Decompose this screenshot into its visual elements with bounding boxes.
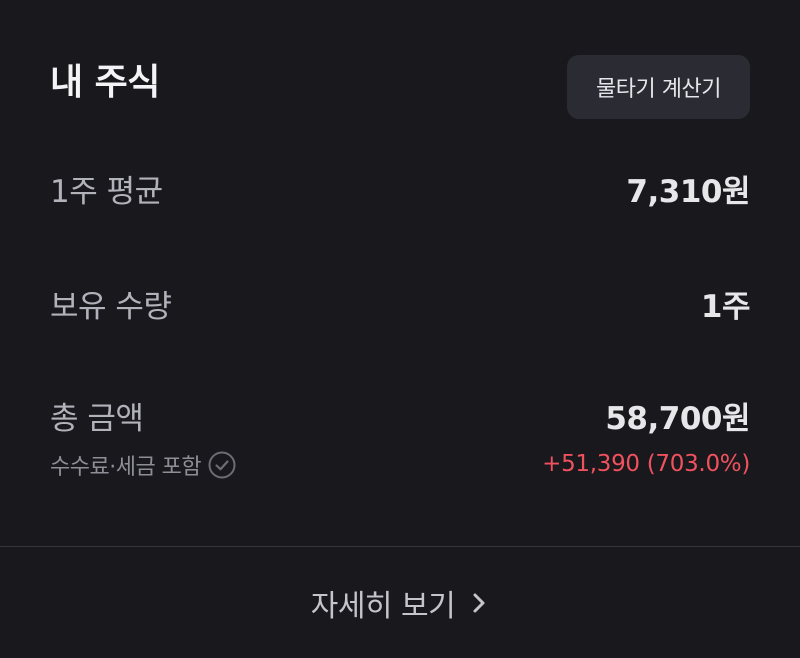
fee-tax-note-text: 수수료·세금 포함 bbox=[50, 455, 202, 480]
averaging-calculator-button[interactable]: 물타기 계산기 bbox=[567, 55, 750, 119]
total-amount-value: 58,700원 bbox=[605, 401, 750, 437]
my-stock-card: 내 주식 물타기 계산기 1주 평균 7,310원 보유 수량 1주 총 금액 … bbox=[0, 0, 800, 658]
page-title: 내 주식 bbox=[50, 62, 160, 103]
check-circle-icon[interactable] bbox=[208, 451, 236, 479]
profit-value: +51,390 (703.0%) bbox=[542, 451, 750, 477]
fee-tax-included-note: 수수료·세금 포함 bbox=[50, 450, 236, 480]
quantity-label: 보유 수량 bbox=[50, 289, 172, 325]
quantity-value: 1주 bbox=[700, 289, 751, 325]
average-price-label: 1주 평균 bbox=[50, 174, 163, 210]
view-details-button[interactable]: 자세히 보기 bbox=[0, 547, 800, 658]
total-amount-label: 총 금액 bbox=[50, 401, 144, 437]
average-price-value: 7,310원 bbox=[626, 174, 750, 210]
chevron-right-icon bbox=[469, 590, 489, 616]
view-details-label: 자세히 보기 bbox=[310, 588, 456, 624]
